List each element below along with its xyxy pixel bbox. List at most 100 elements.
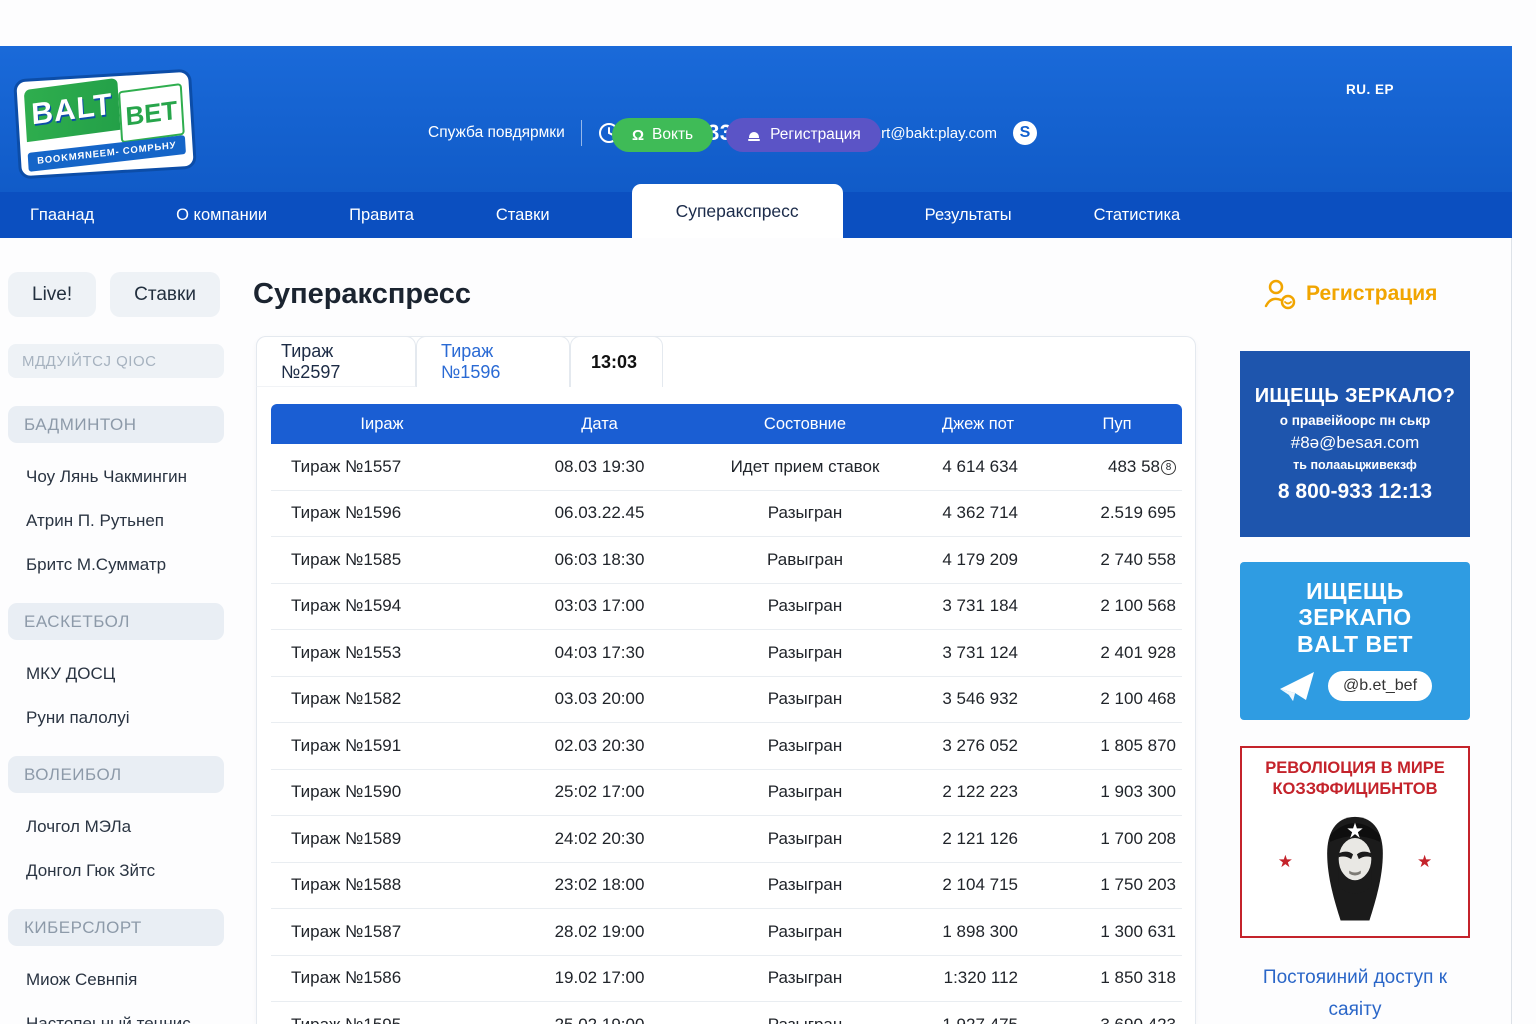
cell-date: 25:02 17:00 bbox=[493, 782, 706, 802]
sidebar-group-title[interactable]: ВОЛЕИБОЛ bbox=[8, 756, 224, 793]
person-register-icon bbox=[1263, 278, 1297, 310]
sidebar-filter-box[interactable]: МДДУІЙТСЈ QІОС bbox=[8, 344, 224, 378]
sidebar-item[interactable]: Атрин П. Рутьнеп bbox=[8, 511, 240, 531]
table-row[interactable]: Тираж №158823:02 18:00Разыгран2 104 7151… bbox=[271, 863, 1182, 910]
sidebar-item[interactable]: Бритс М.Сумматр bbox=[8, 555, 240, 575]
nav-item-результаты[interactable]: Результаты bbox=[925, 192, 1012, 238]
nav-item-гпаанад[interactable]: Гпаанад bbox=[30, 192, 94, 238]
sidebar-item[interactable]: Чоу Лянь Чакмингин bbox=[8, 467, 240, 487]
cell-draw: Тираж №1585 bbox=[271, 550, 493, 570]
star-icon: ★ bbox=[1278, 852, 1293, 872]
mirror-banner-url: #8ә@besая.com bbox=[1291, 433, 1420, 453]
cell-pool: 3 690 423 bbox=[1052, 1015, 1182, 1024]
sidebar-item[interactable]: Миож Севнпія bbox=[8, 970, 240, 990]
draws-card: Тираж №2597 Тираж №1596 13:03 ІиражДатаС… bbox=[256, 336, 1196, 1024]
cell-jackpot: 1:320 112 bbox=[904, 968, 1052, 988]
sidebar-item[interactable]: Руни палолуі bbox=[8, 708, 240, 728]
cell-pool: 1 300 631 bbox=[1052, 922, 1182, 942]
table-row[interactable]: Тираж №158506:03 18:30Равыгран4 179 2092… bbox=[271, 537, 1182, 584]
sidebar-item[interactable]: МКУ ДОСЦ bbox=[8, 664, 240, 684]
cell-draw: Тираж №1590 bbox=[271, 782, 493, 802]
sidebar-item[interactable]: Лочгол МЭЛа bbox=[8, 817, 240, 837]
register-button[interactable]: Регистрация bbox=[726, 118, 881, 152]
sidebar-group: ЕАСКЕТБОЛ МКУ ДОСЦ Руни палолуі bbox=[8, 603, 240, 728]
cell-date: 28.02 19:00 bbox=[493, 922, 706, 942]
telegram-banner[interactable]: ИЩЕЩЬ ЗЕРКАПО BALT BET @b.et_bef bbox=[1240, 562, 1470, 720]
skype-icon[interactable]: S bbox=[1013, 121, 1037, 145]
cell-status: Разыгран bbox=[706, 736, 904, 756]
pool-badge-icon: 8 bbox=[1161, 460, 1176, 475]
cell-pool: 2 401 928 bbox=[1052, 643, 1182, 663]
sidebar-group-title[interactable]: КИБЕРСЛОРТ bbox=[8, 909, 224, 946]
nav-item-о компании[interactable]: О компании bbox=[176, 192, 267, 238]
table-row[interactable]: Тираж №159403:03 17:00Разыгран3 731 1842… bbox=[271, 584, 1182, 631]
cell-status: Разыгран bbox=[706, 643, 904, 663]
table-header-row: ІиражДатаСостовниеДжеж потПуп bbox=[271, 404, 1182, 444]
cell-draw: Тираж №1582 bbox=[271, 689, 493, 709]
table-row[interactable]: Тираж №159102.03 20:30Разыгран3 276 0521… bbox=[271, 723, 1182, 770]
nav-item-правита[interactable]: Правита bbox=[349, 192, 414, 238]
telegram-banner-line1: ИЩЕЩЬ bbox=[1306, 578, 1404, 604]
sidebar-item[interactable]: Настопеьный тецнис bbox=[8, 1014, 240, 1024]
sidebar-item[interactable]: Донгол Гюк Зйтс bbox=[8, 861, 240, 881]
tab-draw-1596[interactable]: Тираж №1596 bbox=[416, 336, 570, 387]
telegram-handle: @b.et_bef bbox=[1328, 671, 1432, 701]
login-button[interactable]: Ω Вокть bbox=[612, 118, 713, 152]
permanent-access-line2: саяіту bbox=[1240, 994, 1470, 1024]
mirror-banner[interactable]: ИЩЕЩЬ ЗЕРКАЛО? о правеійоорс пн ськр #8ә… bbox=[1240, 351, 1470, 537]
cell-jackpot: 1 898 300 bbox=[904, 922, 1052, 942]
page-edge-divider bbox=[1511, 238, 1512, 1024]
table-column-header: Іираж bbox=[271, 415, 493, 434]
sidebar-group: КИБЕРСЛОРТ Миож Севнпія Настопеьный тецнис bbox=[8, 909, 240, 1024]
table-row[interactable]: Тираж №155304:03 17:30Разыгран3 731 1242… bbox=[271, 630, 1182, 677]
bell-icon bbox=[746, 127, 762, 143]
table-column-header: Состовние bbox=[706, 415, 904, 434]
cell-status: Равыгран bbox=[706, 550, 904, 570]
cell-date: 19.02 17:00 bbox=[493, 968, 706, 988]
mirror-banner-title: ИЩЕЩЬ ЗЕРКАЛО? bbox=[1255, 385, 1456, 408]
cell-draw: Тираж №1596 bbox=[271, 503, 493, 523]
tab-time[interactable]: 13:03 bbox=[570, 336, 663, 387]
cell-status: Разыгран bbox=[706, 829, 904, 849]
cell-date: 03:03 17:00 bbox=[493, 596, 706, 616]
cell-date: 25.02 19:00 bbox=[493, 1015, 706, 1024]
language-switcher[interactable]: RU. EP bbox=[1346, 82, 1394, 97]
table-row[interactable]: Тираж №158924:02 20:30Разыгран2 121 1261… bbox=[271, 816, 1182, 863]
sidebar-group: ВОЛЕИБОЛ Лочгол МЭЛа Донгол Гюк Зйтс bbox=[8, 756, 240, 881]
cell-date: 08.03 19:30 bbox=[493, 457, 706, 477]
page-title: Суперакспресс bbox=[253, 278, 471, 311]
cell-date: 06.03.22.45 bbox=[493, 503, 706, 523]
table-row[interactable]: Тираж №158203.03 20:00Разыгран3 546 9322… bbox=[271, 677, 1182, 724]
sidebar-group-title[interactable]: БАДМИНТОН bbox=[8, 406, 224, 443]
table-row[interactable]: Тираж №155708.03 19:30Идет прием ставок4… bbox=[271, 444, 1182, 491]
nav-item-суперакспресс[interactable]: Суперакспресс bbox=[632, 184, 843, 238]
nav-item-статистика[interactable]: Статистика bbox=[1094, 192, 1181, 238]
nav-item-ставки[interactable]: Ставки bbox=[496, 192, 550, 238]
stakes-button[interactable]: Ставки bbox=[110, 272, 220, 317]
cell-jackpot: 2 122 223 bbox=[904, 782, 1052, 802]
cell-pool: 2 100 468 bbox=[1052, 689, 1182, 709]
registration-link[interactable]: Регистрация bbox=[1263, 278, 1437, 310]
cell-draw: Тираж №1589 bbox=[271, 829, 493, 849]
sidebar-group-title[interactable]: ЕАСКЕТБОЛ bbox=[8, 603, 224, 640]
table-row[interactable]: Тираж №159606.03.22.45Разыгран4 362 7142… bbox=[271, 491, 1182, 538]
baltbet-logo[interactable]: BALT BET BOOKMЯNEEM- COMPЬHУ bbox=[13, 69, 197, 180]
cell-status: Разыгран bbox=[706, 596, 904, 616]
revolution-banner[interactable]: РЕВОЛІОЦИЯ В МИРЕ КОЗЗФФИЦИБНТОВ ★ ★ bbox=[1240, 746, 1470, 938]
sports-sidebar: Live! Ставки МДДУІЙТСЈ QІОС БАДМИНТОН Чоу… bbox=[8, 272, 240, 1024]
tab-draw-2597[interactable]: Тираж №2597 bbox=[256, 336, 416, 387]
table-column-header: Джеж пот bbox=[904, 415, 1052, 434]
table-row[interactable]: Тираж №158728.02 19:00Разыгран1 898 3001… bbox=[271, 909, 1182, 956]
cell-draw: Тираж №1586 bbox=[271, 968, 493, 988]
cell-pool: 1 903 300 bbox=[1052, 782, 1182, 802]
cell-date: 06:03 18:30 bbox=[493, 550, 706, 570]
main-navigation: ГпаанадО компанииПравитаСтавкиСуперакспр… bbox=[0, 192, 1512, 238]
table-row[interactable]: Тираж №159025:02 17:00Разыгран2 122 2231… bbox=[271, 770, 1182, 817]
table-row[interactable]: Тираж №158619.02 17:00Разыгран1:320 1121… bbox=[271, 956, 1182, 1003]
table-column-header: Пуп bbox=[1052, 415, 1182, 434]
header: BALT BET BOOKMЯNEEM- COMPЬHУ Спужба повд… bbox=[0, 46, 1512, 238]
cell-draw: Тираж №1553 bbox=[271, 643, 493, 663]
table-row[interactable]: Тираж №159525.02 19:00Разыгран1 927 4753… bbox=[271, 1002, 1182, 1024]
live-button[interactable]: Live! bbox=[8, 272, 96, 317]
permanent-access-link[interactable]: Постояиний доступ к саяіту bbox=[1240, 962, 1470, 1024]
